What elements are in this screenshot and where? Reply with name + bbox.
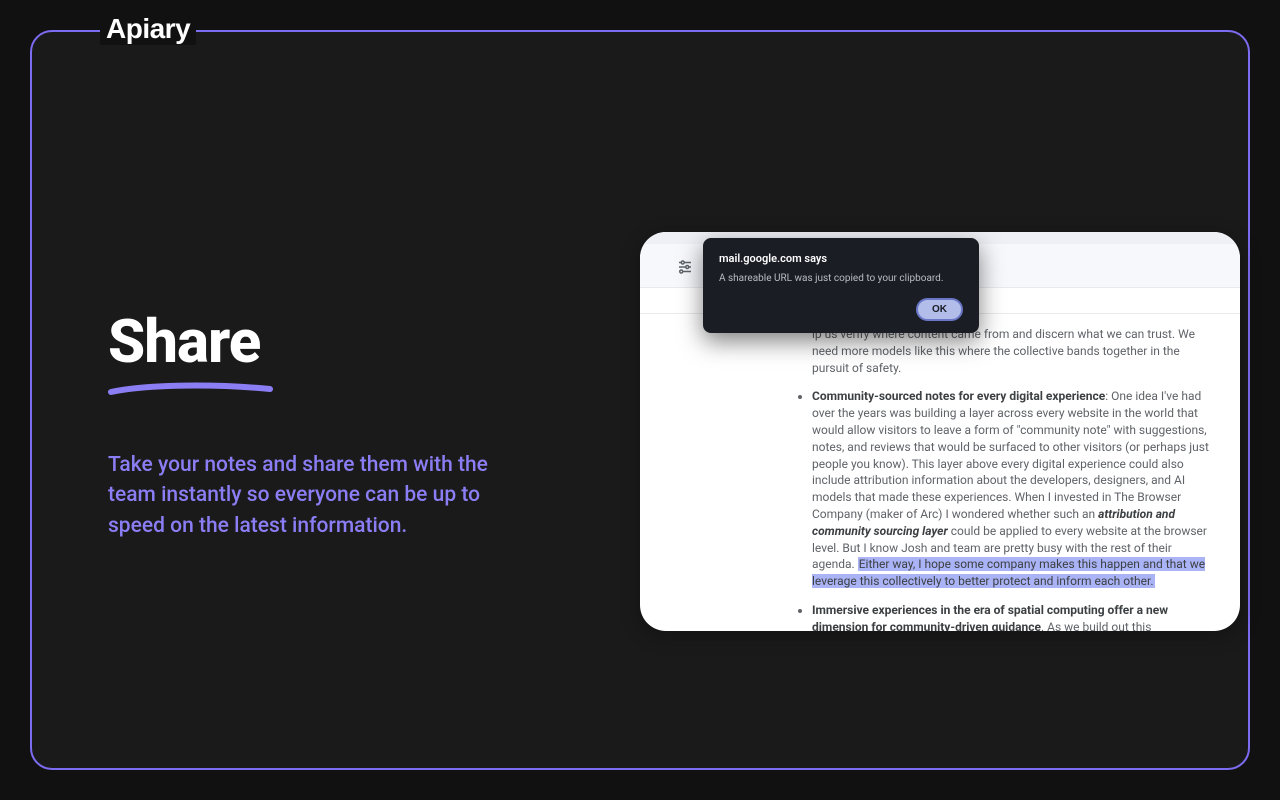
- sliders-icon: [676, 258, 694, 276]
- section-description: Take your notes and share them with the …: [108, 450, 508, 541]
- email-body: lp us verify where content came from and…: [640, 314, 1240, 631]
- alert-dialog: mail.google.com says A shareable URL was…: [703, 238, 979, 333]
- ok-button[interactable]: OK: [916, 298, 963, 321]
- gmail-screenshot: lp us verify where content came from and…: [640, 232, 1240, 631]
- email-list-item: Immersive experiences in the era of spat…: [812, 602, 1216, 631]
- dialog-message: A shareable URL was just copied to your …: [719, 273, 963, 284]
- email-paragraph: lp us verify where content came from and…: [792, 326, 1216, 376]
- brand-logo: Apiary: [100, 13, 196, 45]
- dialog-title: mail.google.com says: [719, 252, 963, 265]
- section-heading: Share: [108, 312, 548, 372]
- promo-frame: Share Take your notes and share them wit…: [30, 30, 1250, 770]
- underline-decoration: [108, 382, 273, 396]
- email-list-item: Community-sourced notes for every digita…: [812, 388, 1216, 590]
- highlighted-text: Either way, I hope some company makes th…: [812, 557, 1205, 588]
